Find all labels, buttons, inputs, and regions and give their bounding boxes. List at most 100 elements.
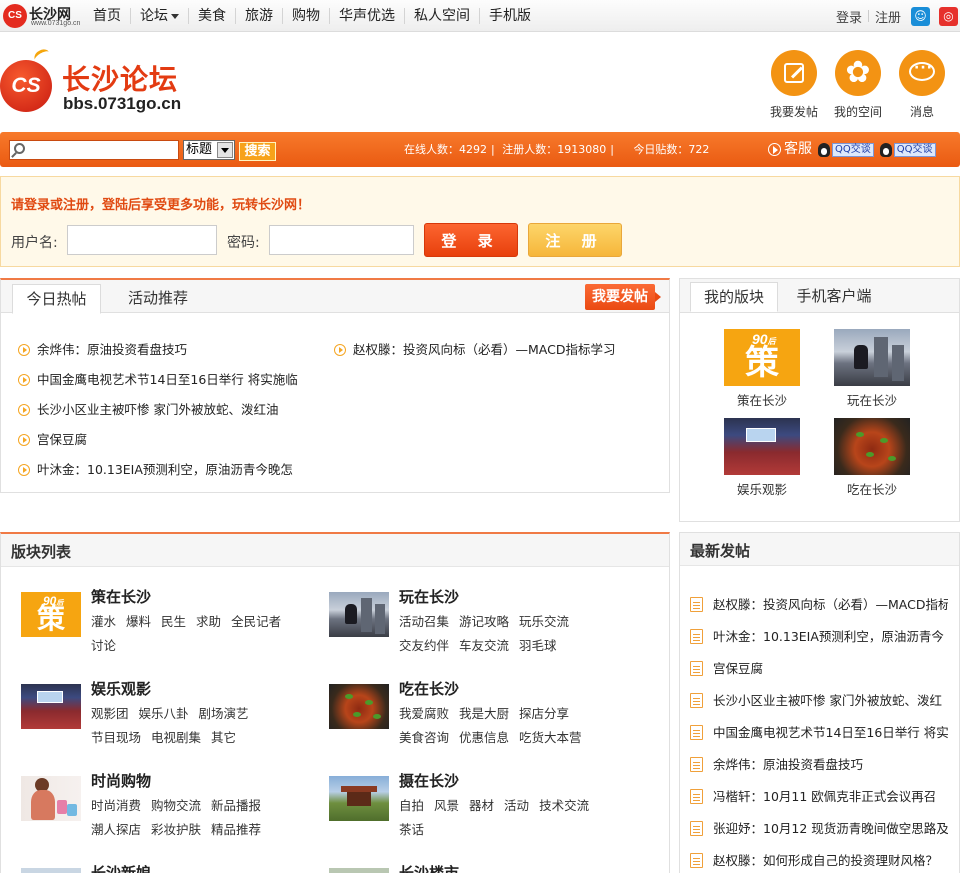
subforum-link[interactable]: 茶话 [399, 818, 424, 842]
subforum-link[interactable]: 交友约伴 [399, 634, 449, 658]
my-board-item[interactable]: 娱乐观影 [722, 418, 802, 498]
subforum-link[interactable]: 我爱腐败 [399, 702, 449, 726]
qq-chat-button-1[interactable]: QQ交谈 [818, 142, 874, 157]
subforum-link[interactable]: 其它 [211, 726, 236, 750]
register-button[interactable]: 注 册 [528, 223, 622, 257]
subforum-link[interactable]: 娱乐八卦 [139, 702, 189, 726]
subforum-link[interactable]: 讨论 [91, 634, 116, 658]
board-name[interactable]: 长沙新娘 [91, 862, 151, 873]
subforum-link[interactable]: 购物交流 [151, 794, 201, 818]
hot-post-item[interactable]: 叶沐金：10.13EIA预测利空，原油沥青今晚怎 [18, 459, 293, 478]
qq-chat-button-2[interactable]: QQ交谈 [879, 142, 936, 157]
subforum-link[interactable]: 剧场演艺 [199, 702, 249, 726]
password-field[interactable] [269, 225, 414, 255]
search-scope-select[interactable]: 标题 [183, 140, 235, 160]
hot-post-item[interactable]: 中国金鹰电视艺术节14日至16日举行 将实施临 [18, 369, 298, 388]
latest-post-item[interactable]: 赵权滕：如何形成自己的投资理财风格？ [690, 850, 948, 869]
subforum-link[interactable]: 优惠信息 [459, 726, 509, 750]
wan-board-image[interactable] [329, 592, 389, 637]
login-button[interactable]: 登 录 [424, 223, 518, 257]
nav-mobile[interactable]: 手机版 [479, 8, 540, 24]
subforum-link[interactable]: 探店分享 [519, 702, 569, 726]
latest-post-item[interactable]: 余烨伟：原油投资看盘技巧 [690, 754, 948, 773]
latest-post-item[interactable]: 宫保豆腐 [690, 658, 948, 677]
register-link[interactable]: 注册 [869, 7, 907, 26]
latest-post-item[interactable]: 中国金鹰电视艺术节14日至16日举行 将实 [690, 722, 948, 741]
login-link[interactable]: 登录 [830, 7, 868, 26]
bride-board-image[interactable] [21, 868, 81, 873]
search-button[interactable]: 搜索 [239, 142, 276, 161]
nav-forum[interactable]: 论坛 [130, 8, 188, 24]
username-field[interactable] [67, 225, 217, 255]
tab-activities[interactable]: 活动推荐 [115, 284, 201, 314]
nav-food[interactable]: 美食 [188, 8, 235, 24]
subforum-link[interactable]: 潮人探店 [91, 818, 141, 842]
messages-button[interactable]: 消息 [890, 50, 954, 120]
nav-private-space[interactable]: 私人空间 [404, 8, 479, 24]
tab-my-boards[interactable]: 我的版块 [690, 282, 778, 312]
search-input[interactable] [9, 140, 179, 160]
subforum-link[interactable]: 器材 [469, 794, 494, 818]
hot-post-item[interactable]: 赵权滕：投资风向标（必看）—MACD指标学习 [334, 339, 615, 358]
subforum-link[interactable]: 精品推荐 [211, 818, 261, 842]
subforum-link[interactable]: 节目现场 [91, 726, 141, 750]
board-name[interactable]: 摄在长沙 [399, 770, 459, 791]
hot-new-post-button[interactable]: 我要发帖 [585, 284, 661, 310]
board-name[interactable]: 娱乐观影 [91, 678, 151, 699]
subforum-link[interactable]: 羽毛球 [519, 634, 557, 658]
my-board-item[interactable]: 吃在长沙 [832, 418, 912, 498]
shi-board-image[interactable] [21, 776, 81, 821]
hot-post-item[interactable]: 余烨伟：原油投资看盘技巧 [18, 339, 187, 358]
subforum-link[interactable]: 灌水 [91, 610, 116, 634]
subforum-link[interactable]: 游记攻略 [459, 610, 509, 634]
subforum-link[interactable]: 玩乐交流 [519, 610, 569, 634]
board-name[interactable]: 长沙楼市 [399, 862, 459, 873]
board-name[interactable]: 时尚购物 [91, 770, 151, 791]
subforum-link[interactable]: 民生 [161, 610, 186, 634]
subforum-link[interactable]: 求助 [196, 610, 221, 634]
ce-board-image[interactable]: 90后策 [21, 592, 81, 637]
my-board-item[interactable]: 玩在长沙 [832, 329, 912, 409]
subforum-link[interactable]: 爆料 [126, 610, 151, 634]
nav-shopping[interactable]: 购物 [282, 8, 329, 24]
nav-home[interactable]: 首页 [84, 8, 130, 24]
she-board-image[interactable] [329, 776, 389, 821]
subforum-link[interactable]: 时尚消费 [91, 794, 141, 818]
yu-board-image[interactable] [21, 684, 81, 729]
my-space-button[interactable]: ✿ 我的空间 [826, 50, 890, 120]
subforum-link[interactable]: 吃货大本营 [519, 726, 582, 750]
chi-board-image[interactable] [329, 684, 389, 729]
new-post-button[interactable]: 我要发帖 [762, 50, 826, 120]
latest-post-item[interactable]: 张迎妤：10月12 现货沥青晚间做空思路及 [690, 818, 948, 837]
subforum-link[interactable]: 观影团 [91, 702, 129, 726]
board-name[interactable]: 玩在长沙 [399, 586, 459, 607]
weibo-login-icon[interactable]: ◎ [939, 6, 958, 26]
hot-post-item[interactable]: 长沙小区业主被吓惨 家门外被放蛇、泼红油 [18, 399, 278, 418]
subforum-link[interactable]: 彩妆护肤 [151, 818, 201, 842]
site-logo-small[interactable]: CS 长沙网 www.0731go.cn [3, 3, 81, 29]
subforum-link[interactable]: 电视剧集 [151, 726, 201, 750]
nav-travel[interactable]: 旅游 [235, 8, 282, 24]
latest-post-item[interactable]: 冯楷轩：10月11 欧佩克非正式会议再召 [690, 786, 948, 805]
board-name[interactable]: 吃在长沙 [399, 678, 459, 699]
property-board-image[interactable] [329, 868, 389, 873]
nav-huasheng[interactable]: 华声优选 [329, 8, 404, 24]
tab-today-hot[interactable]: 今日热帖 [12, 284, 101, 314]
subforum-link[interactable]: 风景 [434, 794, 459, 818]
subforum-link[interactable]: 活动召集 [399, 610, 449, 634]
subforum-link[interactable]: 车友交流 [459, 634, 509, 658]
subforum-link[interactable]: 美食咨询 [399, 726, 449, 750]
my-board-item[interactable]: 90后策 策在长沙 [722, 329, 802, 409]
subforum-link[interactable]: 我是大厨 [459, 702, 509, 726]
subforum-link[interactable]: 自拍 [399, 794, 424, 818]
subforum-link[interactable]: 活动 [504, 794, 529, 818]
subforum-link[interactable]: 技术交流 [539, 794, 589, 818]
board-name[interactable]: 策在长沙 [91, 586, 151, 607]
forum-logo[interactable]: CS 长沙论坛 bbs.0731go.cn [0, 46, 200, 124]
subforum-link[interactable]: 新品播报 [211, 794, 261, 818]
subforum-link[interactable]: 全民记者 [231, 610, 281, 634]
latest-post-item[interactable]: 长沙小区业主被吓惨 家门外被放蛇、泼红 [690, 690, 948, 709]
latest-post-item[interactable]: 叶沐金：10.13EIA预测利空，原油沥青今 [690, 626, 948, 645]
tab-mobile-client[interactable]: 手机客户端 [790, 282, 878, 312]
hot-post-item[interactable]: 宫保豆腐 [18, 429, 87, 448]
